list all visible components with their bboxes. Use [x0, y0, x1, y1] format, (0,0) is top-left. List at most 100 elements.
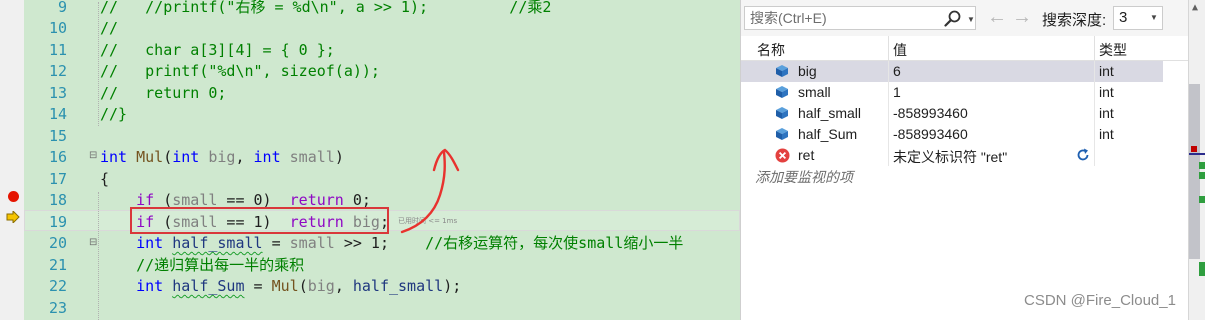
code-token: ): [334, 148, 344, 166]
watch-name[interactable]: half_Sum: [798, 126, 857, 142]
code-line[interactable]: 13 // return 0;: [24, 83, 740, 105]
search-input[interactable]: [750, 10, 930, 26]
search-depth-select[interactable]: 3 ▼: [1113, 6, 1163, 30]
watch-value[interactable]: -858993460: [893, 126, 968, 142]
column-divider[interactable]: [1094, 36, 1095, 60]
watch-name[interactable]: half_small: [798, 105, 861, 121]
column-divider: [888, 61, 889, 82]
code-token: {: [100, 169, 110, 188]
watch-name[interactable]: small: [798, 84, 831, 100]
code-line[interactable]: 10 //: [24, 18, 740, 40]
column-divider: [1094, 103, 1095, 124]
breakpoint-marker: [1191, 146, 1197, 152]
code-line[interactable]: 12 // printf("%d\n", sizeof(a));: [24, 61, 740, 83]
code-text[interactable]: // //printf("右移 = %d\n", a >> 1); //乘2: [100, 0, 551, 18]
code-line[interactable]: 15: [24, 126, 740, 148]
code-line[interactable]: 17 {: [24, 169, 740, 191]
code-line[interactable]: 20 int half_small = small >> 1; //右移运算符，…: [24, 233, 740, 255]
line-number: 19: [48, 212, 67, 231]
column-header-type[interactable]: 类型: [1099, 40, 1127, 60]
watch-name[interactable]: ret: [798, 147, 814, 163]
variable-icon: [776, 128, 788, 140]
line-number: 17: [48, 169, 67, 188]
code-line[interactable]: 22 int half_Sum = Mul(big, half_small);: [24, 276, 740, 298]
line-number: 13: [48, 83, 67, 102]
change-marker: [1199, 162, 1205, 169]
code-text[interactable]: //}: [100, 104, 127, 126]
search-back-arrow-icon[interactable]: ←: [987, 6, 1007, 28]
code-text[interactable]: int Mul(int big, int small): [100, 147, 344, 169]
scroll-up-arrow-icon[interactable]: ▲: [1192, 2, 1198, 13]
code-text[interactable]: // return 0;: [100, 83, 226, 105]
column-header-value[interactable]: 值: [893, 40, 907, 60]
watch-type: int: [1099, 63, 1114, 79]
code-line[interactable]: 16 int Mul(int big, int small): [24, 147, 740, 169]
search-box[interactable]: ▼: [744, 6, 976, 30]
line-number: 11: [48, 40, 67, 59]
watch-value[interactable]: 1: [893, 84, 901, 100]
code-token: half_small: [172, 234, 263, 252]
chevron-down-icon[interactable]: ▼: [967, 15, 975, 24]
code-line[interactable]: 14 //}: [24, 104, 740, 126]
watch-row[interactable]: half_Sum -858993460 int: [741, 124, 1163, 145]
add-watch-item[interactable]: 添加要监视的项: [755, 167, 853, 187]
watch-value[interactable]: -858993460: [893, 105, 968, 121]
code-text[interactable]: // printf("%d\n", sizeof(a));: [100, 61, 380, 83]
watch-value[interactable]: 未定义标识符 "ret": [893, 147, 1007, 167]
indicator-margin[interactable]: [0, 0, 24, 320]
column-divider: [1094, 124, 1095, 145]
line-number: 16: [48, 148, 67, 166]
watch-row[interactable]: half_small -858993460 int: [741, 103, 1163, 124]
code-line[interactable]: 23: [24, 298, 740, 320]
code-token: // //printf("右移 = %d\n", a >> 1); //乘2: [100, 0, 552, 16]
code-line[interactable]: 21 //递归算出每一半的乘积: [24, 255, 740, 277]
code-token: // printf("%d\n", sizeof(a));: [100, 62, 380, 80]
code-text[interactable]: {: [100, 169, 109, 191]
code-text[interactable]: //: [100, 18, 118, 40]
watch-row[interactable]: ret 未定义标识符 "ret": [741, 145, 1163, 166]
column-divider: [1094, 61, 1095, 82]
code-token: ,: [334, 277, 353, 295]
error-icon: [775, 148, 790, 163]
breakpoint-icon[interactable]: [8, 191, 19, 202]
watch-type: int: [1099, 105, 1114, 121]
line-number: 12: [48, 62, 67, 80]
code-token: int: [172, 148, 200, 166]
code-token: Mul: [136, 148, 164, 166]
column-divider: [888, 145, 889, 166]
code-token: int: [100, 148, 128, 166]
annotation-red-box: [130, 207, 389, 234]
column-divider: [1094, 145, 1095, 166]
code-text[interactable]: // char a[3][4] = { 0 };: [100, 40, 335, 62]
line-number: 22: [48, 277, 67, 295]
change-marker: [1199, 262, 1205, 276]
search-depth-label: 搜索深度:: [1042, 12, 1107, 29]
vertical-scrollbar[interactable]: ▲: [1188, 0, 1205, 320]
watch-row[interactable]: big 6 int: [741, 61, 1163, 82]
search-icon[interactable]: [944, 10, 961, 27]
watch-value[interactable]: 6: [893, 63, 901, 79]
search-depth-value: 3: [1119, 9, 1128, 26]
code-line[interactable]: 9 // //printf("右移 = %d\n", a >> 1); //乘2: [24, 0, 740, 18]
refresh-icon[interactable]: [1076, 148, 1090, 162]
code-line[interactable]: 11 // char a[3][4] = { 0 };: [24, 40, 740, 62]
column-divider[interactable]: [888, 36, 889, 60]
code-editor[interactable]: ⊟ ⊟ 9// //printf("右移 = %d\n", a >> 1); /…: [0, 0, 740, 320]
watch-row[interactable]: small 1 int: [741, 82, 1163, 103]
watch-name[interactable]: big: [798, 63, 817, 79]
variable-icon: [776, 107, 788, 119]
column-header-name[interactable]: 名称: [757, 40, 785, 60]
code-text[interactable]: int half_Sum = Mul(big, half_small);: [100, 276, 461, 298]
code-token: half_small: [352, 277, 444, 295]
line-number: 21: [48, 255, 67, 274]
code-text[interactable]: //递归算出每一半的乘积: [100, 255, 304, 277]
code-token: small: [289, 148, 335, 166]
watch-type: int: [1099, 84, 1114, 100]
search-forward-arrow-icon[interactable]: →: [1012, 6, 1032, 28]
watch-toolbar: ▼ ← → 搜索深度: 3 ▼: [741, 0, 1189, 36]
line-number: 15: [48, 126, 67, 145]
